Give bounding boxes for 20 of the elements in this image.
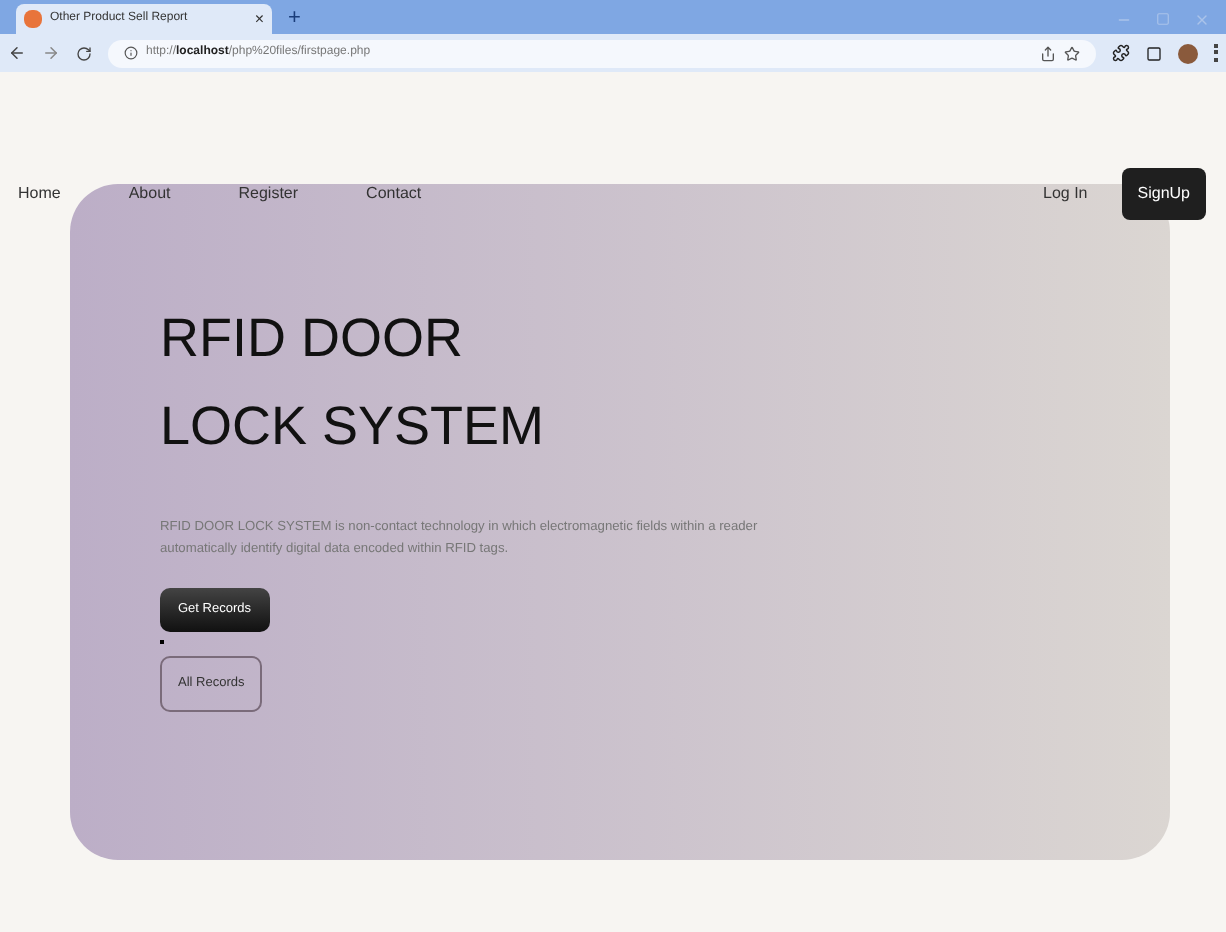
- page-icon: [24, 10, 42, 28]
- puzzle-icon[interactable]: [1112, 44, 1130, 62]
- star-icon[interactable]: [1064, 45, 1080, 61]
- info-icon: [124, 46, 138, 60]
- tab-close[interactable]: ×: [254, 7, 264, 31]
- forward-icon[interactable]: [42, 44, 60, 62]
- login-link[interactable]: Log In: [1043, 182, 1088, 206]
- new-tab-button[interactable]: +: [288, 4, 301, 34]
- nav-link[interactable]: Register: [238, 182, 299, 206]
- avatar-icon[interactable]: [1178, 43, 1198, 63]
- nav-link[interactable]: Contact: [366, 182, 422, 206]
- nav-link[interactable]: Home: [18, 182, 61, 206]
- sidebar-icon[interactable]: [1146, 45, 1162, 61]
- reload-icon[interactable]: [76, 45, 92, 61]
- back-icon[interactable]: [8, 44, 26, 62]
- signup-button[interactable]: SignUp: [1121, 168, 1206, 220]
- share-icon[interactable]: [1040, 45, 1056, 61]
- hero-title: LOCK SYSTEM: [160, 396, 547, 460]
- hero-title: RFID DOOR: [160, 308, 465, 372]
- nav-link[interactable]: About: [128, 182, 171, 206]
